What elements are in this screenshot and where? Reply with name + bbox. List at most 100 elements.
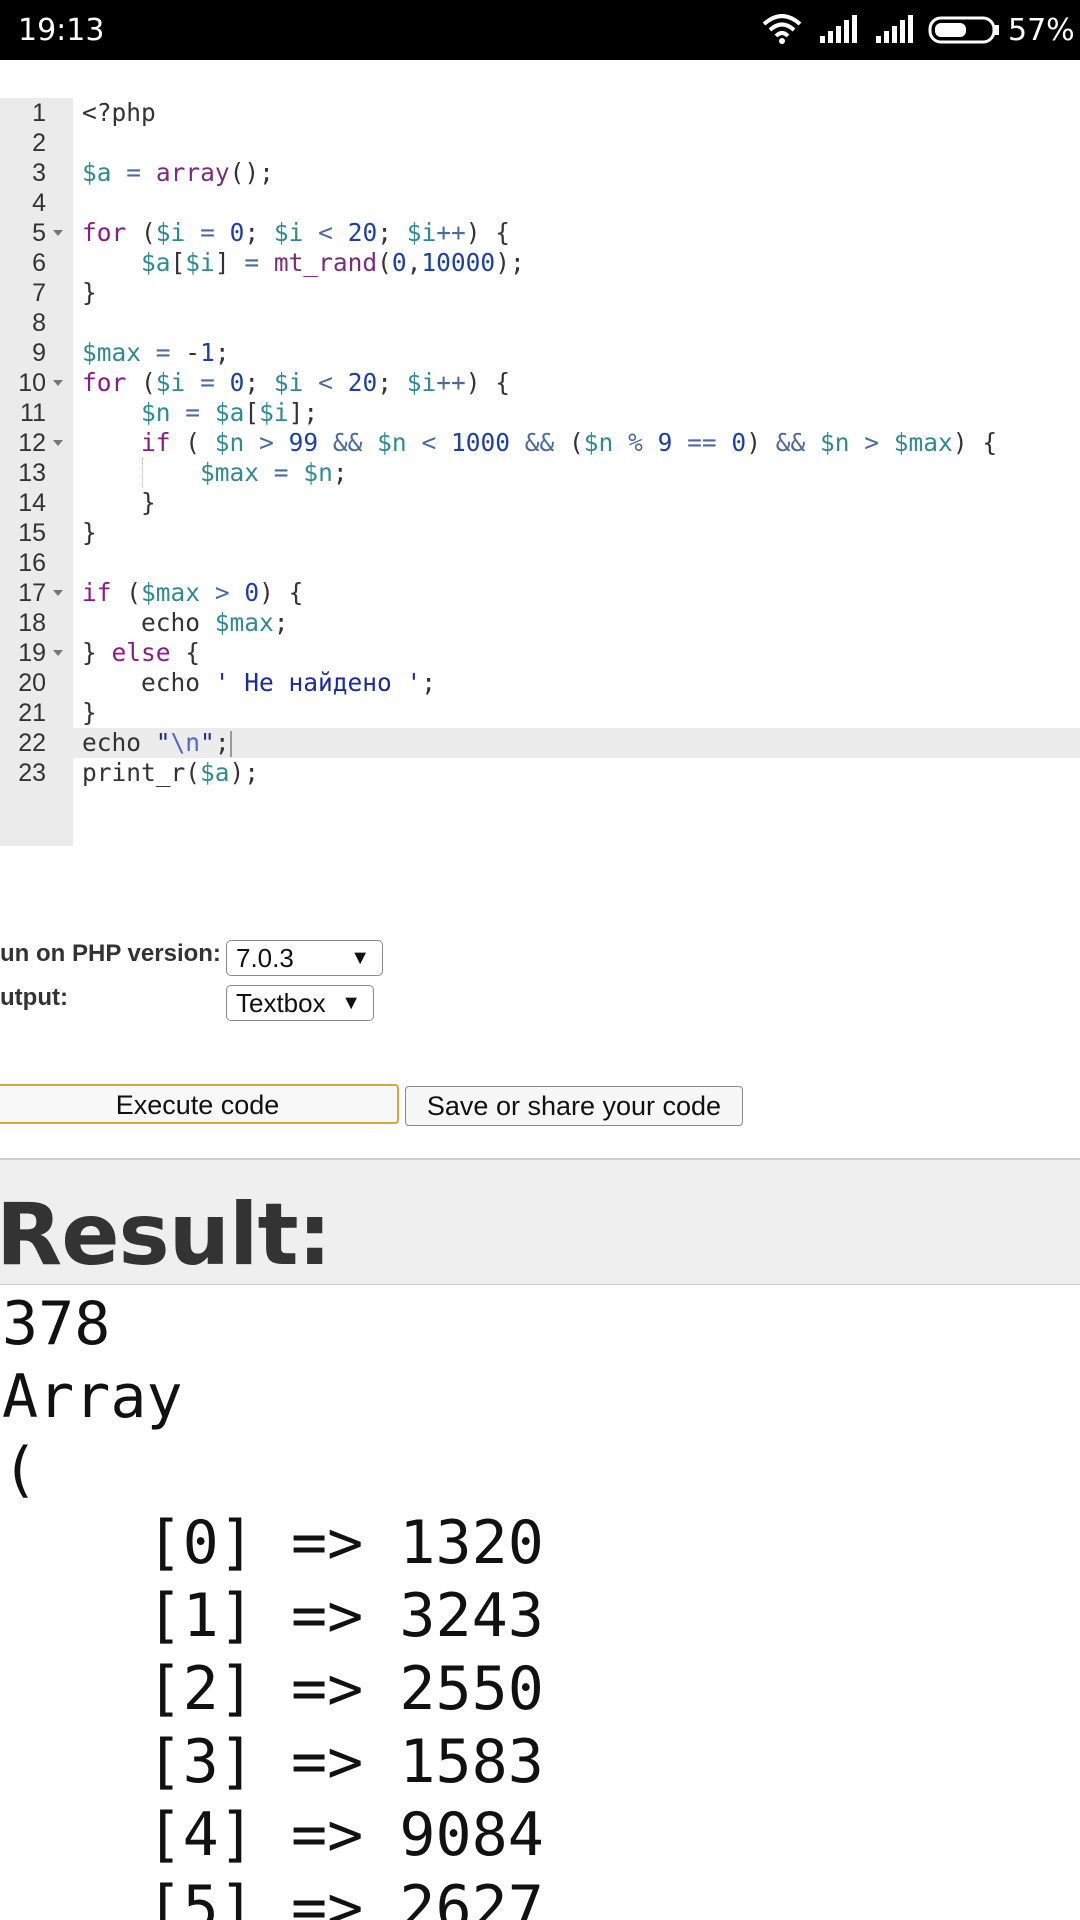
line-number: 21	[18, 699, 46, 727]
code-text: echo $max;	[82, 608, 289, 637]
output-line: [1] => 3243	[2, 1581, 544, 1651]
output-label: utput:	[0, 984, 68, 1011]
code-line[interactable]: 14 }	[0, 488, 1080, 518]
line-number: 6	[32, 249, 46, 277]
output-line: Array	[2, 1362, 183, 1432]
code-line[interactable]: 11 $n = $a[$i];	[0, 398, 1080, 428]
code-text: <?php	[82, 98, 156, 127]
line-number: 8	[32, 309, 46, 337]
code-text: }	[82, 488, 156, 517]
code-text: echo "\n";	[82, 728, 232, 757]
output-line: 378	[2, 1289, 111, 1359]
status-time: 19:13	[18, 13, 105, 48]
line-number: 10	[18, 369, 46, 397]
output-line: [3] => 1583	[2, 1727, 544, 1797]
code-line[interactable]: 6 $a[$i] = mt_rand(0,10000);	[0, 248, 1080, 278]
line-number: 20	[18, 669, 46, 697]
signal-icon	[820, 15, 857, 43]
line-number: 7	[32, 279, 46, 307]
code-text: }	[82, 518, 97, 547]
status-bar: 19:13 57%	[0, 0, 1080, 60]
code-line[interactable]: 18 echo $max;	[0, 608, 1080, 638]
line-number: 9	[32, 339, 46, 367]
line-number: 17	[18, 579, 46, 607]
line-number: 11	[20, 399, 46, 427]
battery-icon	[928, 16, 999, 44]
output-line: (	[2, 1435, 39, 1505]
code-line[interactable]: 16	[0, 548, 1080, 578]
code-text: print_r($a);	[82, 758, 260, 787]
line-number: 22	[18, 729, 46, 757]
code-text: for ($i = 0; $i < 20; $i++) {	[82, 368, 511, 397]
line-number: 13	[18, 459, 46, 487]
php-version-select[interactable]: 7.0.3 ▼	[226, 940, 383, 976]
code-text: } else {	[82, 638, 201, 667]
fold-toggle-icon[interactable]	[53, 440, 63, 446]
code-line[interactable]: 21}	[0, 698, 1080, 728]
code-text: echo ' Не найдено ';	[82, 668, 437, 697]
code-line[interactable]: 17 if ($max > 0) {	[0, 578, 1080, 608]
code-line[interactable]: 9 $max = -1;	[0, 338, 1080, 368]
line-number: 12	[18, 429, 46, 457]
code-line[interactable]: 5 for ($i = 0; $i < 20; $i++) {	[0, 218, 1080, 248]
code-line[interactable]: 12 if ( $n > 99 && $n < 1000 && ($n % 9 …	[0, 428, 1080, 458]
code-line[interactable]: 22 echo "\n";	[0, 728, 1080, 758]
code-text: if ( $n > 99 && $n < 1000 && ($n % 9 == …	[141, 428, 998, 457]
code-text: }	[82, 698, 97, 727]
code-text: }	[82, 278, 97, 307]
code-line[interactable]: 13 $max = $n;	[0, 458, 1080, 488]
chevron-down-icon: ▼	[350, 947, 370, 969]
fold-toggle-icon[interactable]	[53, 230, 63, 236]
line-number: 18	[18, 609, 46, 637]
signal-icon	[876, 15, 913, 43]
code-line[interactable]: 23 print_r($a);	[0, 758, 1080, 788]
line-number: 19	[18, 639, 46, 667]
code-line[interactable]: 20 echo ' Не найдено ';	[0, 668, 1080, 698]
code-lines[interactable]: 1 <?php 2 3 $a = array(); 4 5 for ($i = 0; $i <…	[0, 98, 1080, 788]
execute-code-button[interactable]: Execute code	[0, 1084, 399, 1124]
php-version-value: 7.0.3	[236, 943, 294, 973]
fold-toggle-icon[interactable]	[53, 650, 63, 656]
code-line[interactable]: 7}	[0, 278, 1080, 308]
code-line[interactable]: 3 $a = array();	[0, 158, 1080, 188]
code-text: for ($i = 0; $i < 20; $i++) {	[82, 218, 511, 247]
code-text: $max = $n;	[200, 458, 348, 487]
line-number: 2	[32, 129, 46, 157]
code-line[interactable]: 8	[0, 308, 1080, 338]
fold-toggle-icon[interactable]	[53, 380, 63, 386]
fold-toggle-icon[interactable]	[53, 590, 63, 596]
code-line[interactable]: 19 } else {	[0, 638, 1080, 668]
code-text: $max = -1;	[82, 338, 230, 367]
code-text: $n = $a[$i];	[141, 398, 319, 427]
save-share-button[interactable]: Save or share your code	[405, 1086, 743, 1126]
code-line[interactable]: 4	[0, 188, 1080, 218]
wifi-icon	[762, 14, 802, 44]
output-line: [0] => 1320	[2, 1508, 544, 1578]
line-number: 1	[32, 99, 46, 127]
code-line[interactable]: 10 for ($i = 0; $i < 20; $i++) {	[0, 368, 1080, 398]
result-output: 378 Array( [0] => 1320 [1] => 3243 [2] =>…	[2, 1288, 1080, 1920]
line-number: 4	[32, 189, 46, 217]
line-number: 15	[18, 519, 46, 547]
output-select[interactable]: Textbox ▼	[226, 985, 374, 1021]
output-line: [4] => 9084	[2, 1800, 544, 1870]
output-line: [5] => 2627	[2, 1873, 544, 1920]
battery-percent: 57%	[1008, 13, 1075, 48]
line-number: 3	[32, 159, 46, 187]
code-line[interactable]: 1 <?php	[0, 98, 1080, 128]
text-cursor	[229, 731, 232, 757]
code-editor[interactable]: 1 <?php 2 3 $a = array(); 4 5 for ($i = 0; $i <…	[0, 98, 1080, 846]
code-line[interactable]: 15}	[0, 518, 1080, 548]
chevron-down-icon: ▼	[341, 992, 361, 1014]
line-number: 16	[18, 549, 46, 577]
line-number: 5	[32, 219, 46, 247]
result-title: Result:	[0, 1185, 332, 1285]
code-text: $a[$i] = mt_rand(0,10000);	[141, 248, 525, 277]
code-text: if ($max > 0) {	[82, 578, 304, 607]
output-line: [2] => 2550	[2, 1654, 544, 1724]
output-value: Textbox	[236, 988, 326, 1018]
line-number: 14	[18, 489, 46, 517]
code-line[interactable]: 2	[0, 128, 1080, 158]
line-number: 23	[18, 759, 46, 787]
code-text: $a = array();	[82, 158, 274, 187]
